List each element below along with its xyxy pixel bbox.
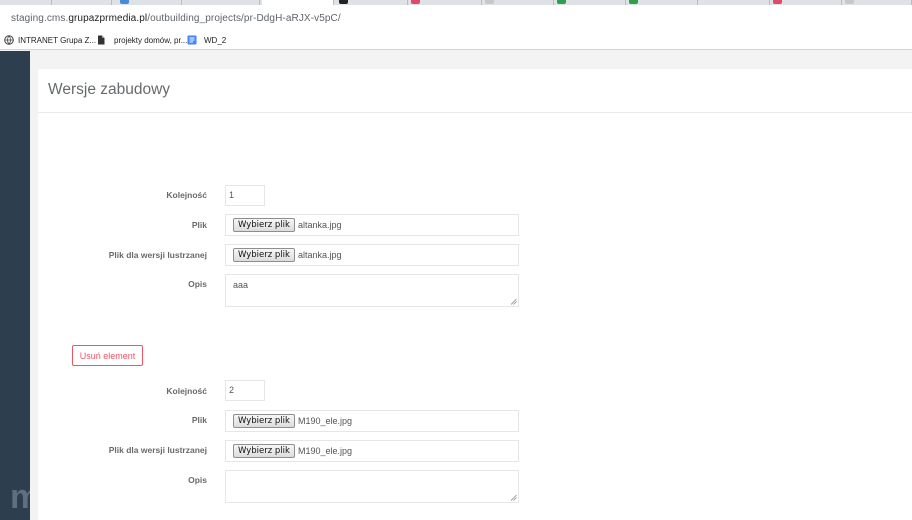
order-input[interactable]: 2 bbox=[225, 380, 265, 401]
order-label: Kolejność bbox=[166, 190, 207, 200]
remove-element-button[interactable]: Usuń element bbox=[72, 345, 143, 366]
page-title: Wersje zabudowy bbox=[48, 81, 171, 98]
bookmarks-bar: INTRANET Grupa Z... projekty domów, pr..… bbox=[0, 30, 912, 50]
bookmark-intranet[interactable]: INTRANET Grupa Z... bbox=[4, 34, 96, 46]
choose-file-button[interactable]: Wybierz plik bbox=[233, 414, 295, 428]
mirror-file-input[interactable]: Wybierz plik altanka.jpg bbox=[225, 244, 519, 266]
document-icon bbox=[96, 35, 106, 45]
mirror-file-label: Plik dla wersji lustrzanej bbox=[108, 445, 207, 455]
choose-file-button[interactable]: Wybierz plik bbox=[233, 248, 295, 262]
title-divider bbox=[38, 112, 912, 113]
mirror-file-label: Plik dla wersji lustrzanej bbox=[108, 250, 207, 260]
globe-icon bbox=[4, 35, 14, 45]
description-text: aaa bbox=[233, 280, 249, 290]
url-path: /outbuilding_projects/pr-DdgH-aRJX-v5pC/ bbox=[147, 13, 341, 24]
file-name: altanka.jpg bbox=[297, 250, 342, 260]
file-input[interactable]: Wybierz plik altanka.jpg bbox=[225, 214, 519, 236]
bookmark-label: WD_2 bbox=[204, 35, 227, 45]
resize-handle-icon[interactable] bbox=[510, 298, 517, 305]
main-content: Wersje zabudowy Kolejność 1 Plik Wybierz… bbox=[30, 51, 912, 520]
file-name: altanka.jpg bbox=[297, 220, 342, 230]
bookmark-wd2[interactable]: WD_2 bbox=[187, 34, 226, 46]
description-label: Opis bbox=[188, 475, 207, 485]
file-label: Plik bbox=[191, 220, 207, 230]
url-text[interactable]: staging.cms.grupazprmedia.pl/outbuilding… bbox=[11, 13, 341, 24]
file-label: Plik bbox=[191, 415, 207, 425]
docs-icon bbox=[187, 35, 197, 45]
file-input[interactable]: Wybierz plik M190_ele.jpg bbox=[225, 410, 519, 432]
order-label: Kolejność bbox=[166, 386, 207, 396]
bookmark-label: projekty domów, pr... bbox=[114, 35, 188, 45]
content-panel: Wersje zabudowy Kolejność 1 Plik Wybierz… bbox=[38, 69, 912, 520]
sidebar: m bbox=[0, 51, 40, 520]
url-domain: grupazprmedia.pl bbox=[68, 13, 148, 24]
description-textarea[interactable] bbox=[225, 470, 519, 503]
order-input[interactable]: 1 bbox=[225, 185, 265, 206]
file-name: M190_ele.jpg bbox=[297, 446, 353, 456]
mirror-file-input[interactable]: Wybierz plik M190_ele.jpg bbox=[225, 440, 519, 462]
file-name: M190_ele.jpg bbox=[297, 416, 353, 426]
bookmark-label: INTRANET Grupa Z... bbox=[18, 35, 97, 45]
description-label: Opis bbox=[188, 279, 207, 289]
url-prefix: staging.cms. bbox=[11, 13, 69, 24]
description-textarea[interactable]: aaa bbox=[225, 274, 519, 307]
address-bar[interactable]: staging.cms.grupazprmedia.pl/outbuilding… bbox=[0, 5, 912, 30]
choose-file-button[interactable]: Wybierz plik bbox=[233, 218, 295, 232]
bookmark-projekty[interactable]: projekty domów, pr... bbox=[96, 34, 187, 46]
resize-handle-icon[interactable] bbox=[510, 494, 517, 501]
choose-file-button[interactable]: Wybierz plik bbox=[233, 444, 295, 458]
